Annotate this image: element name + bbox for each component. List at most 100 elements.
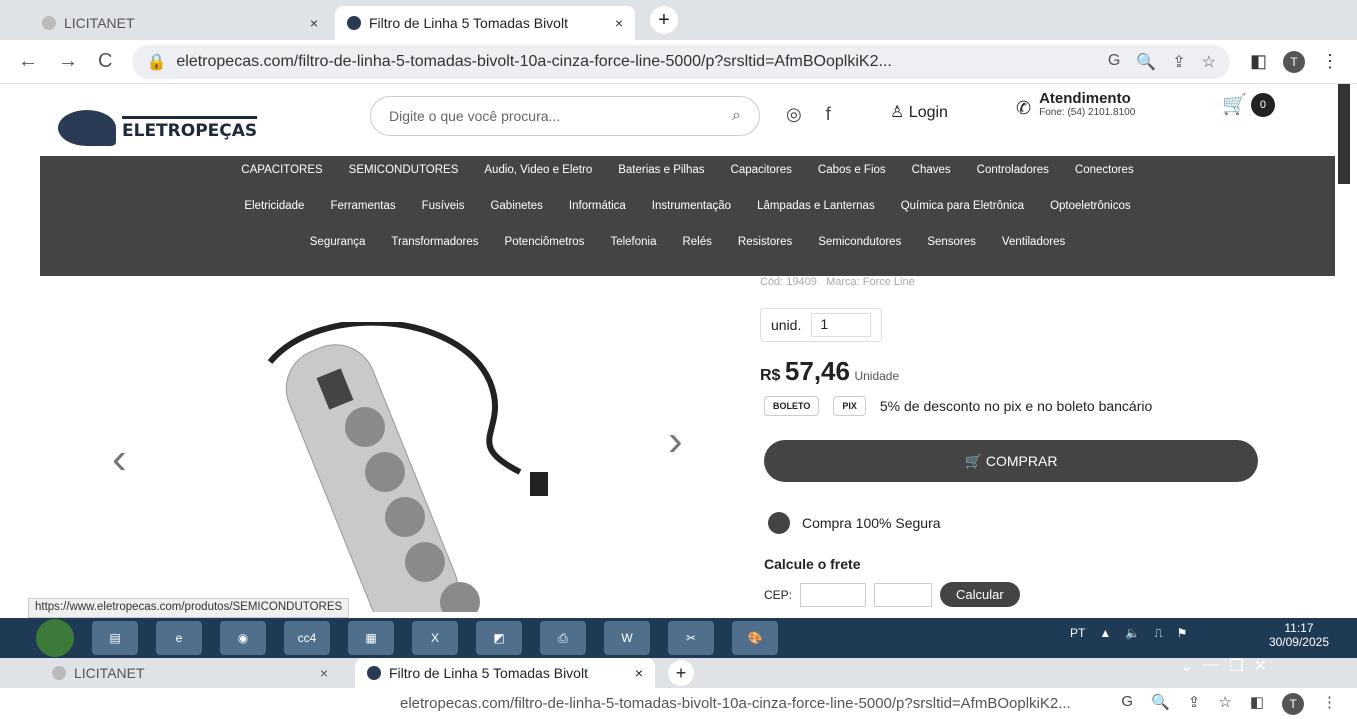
tab-favicon-icon (367, 666, 381, 680)
chevron-down-icon[interactable]: ⌄ (1180, 656, 1193, 676)
share-icon[interactable]: ⇪ (1172, 52, 1185, 72)
category-item[interactable]: Química para Eletrônica (901, 200, 1024, 212)
category-item[interactable]: Conectores (1075, 164, 1134, 176)
tab-licitanet[interactable]: LICITANET × (30, 6, 330, 40)
quantity-input[interactable]: 1 (811, 313, 872, 337)
zoom-icon[interactable]: 🔍 (1151, 693, 1170, 715)
scanner-icon[interactable]: ⎙ (540, 621, 586, 655)
bookmark-star-icon[interactable]: ☆ (1218, 693, 1231, 715)
share-icon[interactable]: ⇪ (1188, 693, 1201, 715)
cart-button[interactable]: 🛒 0 (1222, 92, 1275, 117)
category-item[interactable]: SEMICONDUTORES (349, 164, 459, 176)
category-item[interactable]: Transformadores (391, 236, 478, 248)
language-indicator[interactable]: PT (1070, 626, 1085, 641)
category-item[interactable]: Audio, Video e Eletro (484, 164, 592, 176)
sidepanel-icon[interactable]: ◧ (1250, 693, 1264, 715)
tab-eletropecas[interactable]: Filtro de Linha 5 Tomadas Bivolt × (335, 6, 635, 40)
tray-up-icon[interactable]: ▲ (1099, 626, 1111, 641)
excel-icon[interactable]: X (412, 621, 458, 655)
forward-icon[interactable]: → (58, 50, 78, 73)
start-button[interactable] (36, 619, 74, 657)
category-item[interactable]: CAPACITORES (241, 164, 322, 176)
cep-field-2[interactable] (874, 582, 933, 607)
profile-avatar[interactable]: T (1283, 50, 1305, 73)
bookmark-star-icon[interactable]: ☆ (1202, 52, 1216, 72)
category-item[interactable]: Informática (569, 200, 626, 212)
category-item[interactable]: Ferramentas (330, 200, 395, 212)
calculate-button[interactable]: Calcular (940, 582, 1020, 607)
ie-icon[interactable]: e (156, 621, 202, 655)
category-item[interactable]: Lâmpadas e Lanternas (757, 200, 875, 212)
category-item[interactable]: Instrumentação (652, 200, 731, 212)
atendimento[interactable]: ✆ Atendimento Fone: (54) 2101.8100 (1016, 90, 1135, 119)
category-item[interactable]: Capacitores (731, 164, 792, 176)
category-item[interactable]: Chaves (912, 164, 951, 176)
google-icon[interactable]: G (1108, 52, 1120, 72)
volume-icon[interactable]: 🔈 (1125, 626, 1140, 641)
minimize-icon[interactable]: — (1203, 656, 1219, 676)
category-item[interactable]: Eletricidade (244, 200, 304, 212)
menu-icon[interactable]: ⋮ (1321, 51, 1339, 72)
clock[interactable]: 11:17 30/09/2025 (1269, 621, 1329, 649)
category-item[interactable]: Gabinetes (490, 200, 542, 212)
notes-icon[interactable]: ◩ (476, 621, 522, 655)
tab-close-icon[interactable]: × (320, 665, 328, 681)
word-icon[interactable]: W (604, 621, 650, 655)
instagram-icon[interactable]: ◎ (786, 104, 802, 125)
gallery-next-icon[interactable]: › (668, 416, 683, 466)
address-bar-duplicate[interactable]: eletropecas.com/filtro-de-linha-5-tomada… (0, 688, 1357, 719)
buy-button[interactable]: 🛒 COMPRAR (764, 440, 1258, 482)
url-text: eletropecas.com/filtro-de-linha-5-tomada… (176, 52, 892, 70)
tab-close-icon[interactable]: × (635, 665, 643, 681)
app-icon[interactable]: ▦ (348, 621, 394, 655)
search-input[interactable]: Digite o que você procura... ⌕ (370, 96, 760, 136)
tab-close-icon[interactable]: × (615, 15, 623, 31)
category-item[interactable]: Ventiladores (1002, 236, 1065, 248)
snip-icon[interactable]: ✂ (668, 621, 714, 655)
gallery-prev-icon[interactable]: ‹ (112, 434, 127, 484)
category-item[interactable]: Resistores (738, 236, 792, 248)
login-link[interactable]: ♙ Login (890, 102, 948, 122)
category-item[interactable]: Cabos e Fios (818, 164, 886, 176)
restore-icon[interactable]: ❐ (1229, 656, 1243, 676)
profile-avatar[interactable]: T (1282, 692, 1304, 715)
site-logo[interactable]: ELETROPEÇAS (58, 110, 258, 146)
category-item[interactable]: Baterias e Pilhas (618, 164, 704, 176)
category-item[interactable]: Optoeletrônicos (1050, 200, 1131, 212)
tab-licitanet[interactable]: LICITANET × (40, 658, 340, 688)
product-price: R$ 57,46 Unidade (760, 356, 899, 387)
back-icon[interactable]: ← (18, 50, 38, 73)
category-menu: CAPACITORES SEMICONDUTORES Audio, Video e … (40, 156, 1335, 276)
explorer-icon[interactable]: ▤ (92, 621, 138, 655)
category-item[interactable]: Sensores (927, 236, 976, 248)
paint-icon[interactable]: 🎨 (732, 621, 778, 655)
url-field[interactable]: 🔒 eletropecas.com/filtro-de-linha-5-toma… (132, 44, 1230, 79)
category-item[interactable]: Potenciômetros (505, 236, 585, 248)
category-item[interactable]: Segurança (310, 236, 366, 248)
category-item[interactable]: Relés (682, 236, 711, 248)
zoom-icon[interactable]: 🔍 (1136, 52, 1156, 72)
chrome-icon[interactable]: ◉ (220, 621, 266, 655)
category-item[interactable]: Controladores (977, 164, 1049, 176)
phone-icon: ✆ (1016, 98, 1032, 118)
category-item[interactable]: Fusíveis (422, 200, 465, 212)
tab-close-icon[interactable]: × (310, 15, 318, 31)
category-item[interactable]: Semicondutores (818, 236, 901, 248)
facebook-icon[interactable]: f (826, 104, 831, 125)
cep-field-1[interactable] (800, 582, 867, 607)
close-icon[interactable]: ✕ (1254, 656, 1267, 676)
search-icon[interactable]: ⌕ (732, 107, 741, 125)
new-tab-button[interactable]: + (668, 660, 694, 686)
cc4-icon[interactable]: cc4 (284, 621, 330, 655)
google-icon[interactable]: G (1121, 693, 1133, 715)
network-icon[interactable]: ⎍ (1154, 626, 1162, 641)
tab-eletropecas[interactable]: Filtro de Linha 5 Tomadas Bivolt × (355, 658, 655, 688)
flag-icon[interactable]: ⚑ (1177, 626, 1188, 641)
sidepanel-icon[interactable]: ◧ (1250, 51, 1267, 72)
category-item[interactable]: Telefonia (610, 236, 656, 248)
menu-icon[interactable]: ⋮ (1322, 693, 1337, 715)
address-bar-row: ← → C 🔒 eletropecas.com/filtro-de-linha-… (0, 40, 1357, 84)
reload-icon[interactable]: C (98, 50, 112, 73)
page-scrollbar[interactable] (1338, 84, 1350, 184)
new-tab-button[interactable]: + (650, 6, 678, 34)
